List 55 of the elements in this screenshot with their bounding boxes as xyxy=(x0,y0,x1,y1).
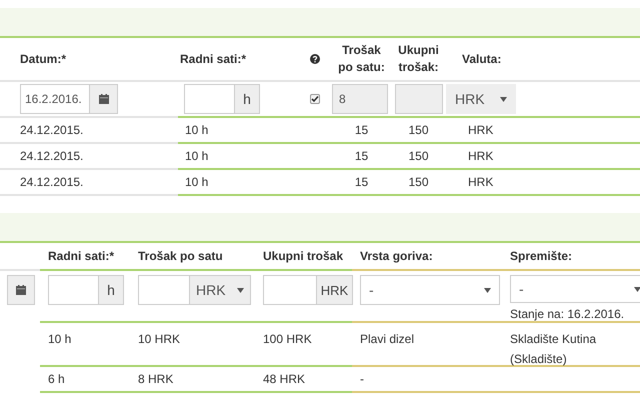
table-cell: 10 h xyxy=(185,123,208,137)
table-cell-text: Plavi dizel xyxy=(360,331,414,348)
table-cell: 48 HRK xyxy=(263,372,306,386)
hours-field[interactable]: h xyxy=(48,275,124,305)
table-cell: 6 h xyxy=(48,372,65,386)
table-cell-text: HRK xyxy=(467,149,494,163)
table-cell: 10 h xyxy=(185,175,208,189)
column-header: Trošak po satu xyxy=(138,249,223,263)
date-field[interactable]: 16.2.2016. xyxy=(20,84,90,114)
caret-icon xyxy=(484,288,491,292)
calendar-icon xyxy=(98,94,108,104)
caret-icon xyxy=(237,288,244,292)
column-header: Radni sati:* xyxy=(48,249,114,263)
rate-field[interactable]: 8 xyxy=(332,84,388,114)
help-icon[interactable] xyxy=(310,54,320,64)
table-cell: 24.12.2015. xyxy=(20,149,84,163)
table-cell: 10 h xyxy=(185,149,208,163)
column-header: Spremište: xyxy=(510,249,572,263)
caret-icon xyxy=(500,96,507,102)
calendar-button[interactable] xyxy=(90,84,118,114)
table-cell: 15 xyxy=(354,123,368,137)
column-header: Ukupni trošak: xyxy=(397,42,440,76)
rate-field[interactable]: HRK xyxy=(138,275,251,305)
total-field[interactable] xyxy=(395,84,443,114)
table-cell: 8 HRK xyxy=(138,372,174,386)
table-cell-text: HRK xyxy=(467,175,494,189)
table-cell-text: 10 h xyxy=(48,331,72,348)
hours-field[interactable]: h xyxy=(184,84,260,114)
table-cell-text: HRK xyxy=(467,123,494,137)
calendar-button[interactable] xyxy=(7,275,35,305)
table-cell-text: 10 HRK xyxy=(138,331,180,348)
table-cell: 150 xyxy=(408,149,429,163)
table-cell: 24.12.2015. xyxy=(20,175,84,189)
table-cell: 15 xyxy=(354,149,368,163)
checkbox[interactable] xyxy=(310,94,320,104)
column-header: Radni sati:* xyxy=(180,52,246,66)
table-cell: 150 xyxy=(408,175,429,189)
calendar-icon xyxy=(16,285,26,295)
storage-select[interactable]: - xyxy=(510,275,640,303)
column-header: Ukupni trošak xyxy=(263,249,344,263)
table-cell-text: Skladište Kutina (Skladište) xyxy=(510,331,598,368)
table-cell: 15 xyxy=(354,175,368,189)
table-cell: - xyxy=(360,372,364,386)
column-header: Valuta: xyxy=(461,52,502,66)
fuel-select[interactable]: - xyxy=(360,275,500,305)
column-header: Datum:* xyxy=(20,52,66,66)
column-header: Vrsta goriva: xyxy=(360,249,433,263)
table-cell: 150 xyxy=(408,123,429,137)
stock-note: Stanje na: 16.2.2016. xyxy=(510,307,624,321)
column-header: Trošak po satu: xyxy=(337,42,386,76)
caret-icon xyxy=(634,286,640,292)
table-cell: 24.12.2015. xyxy=(20,123,84,137)
total-field[interactable]: HRK xyxy=(263,275,353,305)
table-cell-text: 100 HRK xyxy=(263,331,312,348)
currency-select[interactable]: HRK xyxy=(446,84,516,114)
